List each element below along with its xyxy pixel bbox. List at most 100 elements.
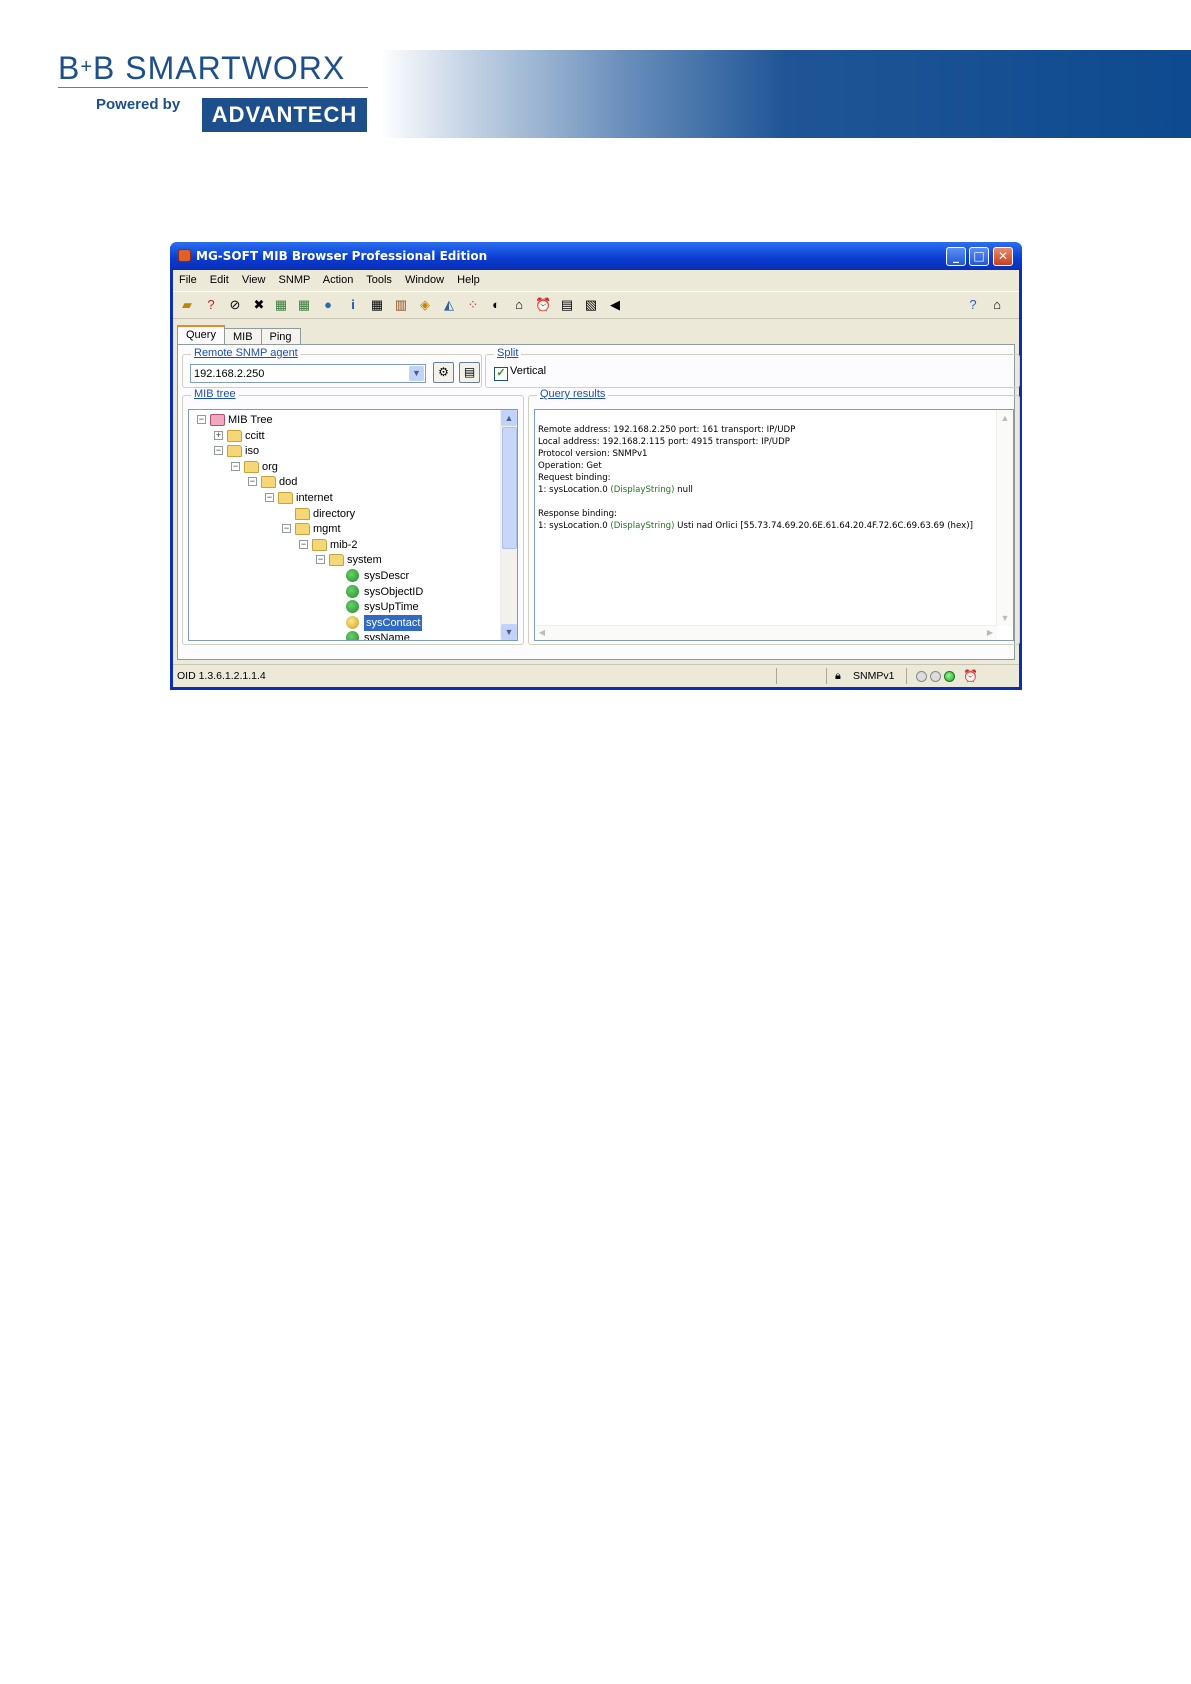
tree-node[interactable]: sysName xyxy=(333,630,517,640)
result-line: Local address: 192.168.2.115 port: 4915 … xyxy=(538,437,790,447)
app-icon xyxy=(178,249,191,262)
minimize-button[interactable]: _ xyxy=(946,247,966,266)
collapse-icon[interactable]: − xyxy=(231,461,240,471)
collapse-icon[interactable]: − xyxy=(299,539,308,549)
menu-snmp[interactable]: SNMP xyxy=(279,274,311,286)
collapse-icon[interactable]: − xyxy=(282,524,291,534)
results-hscrollbar[interactable]: ◀ ▶ xyxy=(535,625,997,640)
window-title: MG-SOFT MIB Browser Professional Edition xyxy=(196,249,488,263)
status-led-icon xyxy=(930,671,941,682)
advantech-logo: ADVANTECH xyxy=(202,98,367,132)
tree-node[interactable]: sysObjectID xyxy=(333,584,517,600)
compile-icon[interactable]: ◈ xyxy=(417,297,433,313)
menu-action[interactable]: Action xyxy=(323,274,354,286)
collapse-icon[interactable]: − xyxy=(214,446,223,456)
tree-node[interactable]: sysDescr xyxy=(333,568,517,584)
agent-tree-button[interactable]: ▤ xyxy=(459,362,480,383)
tree-node[interactable]: directory xyxy=(282,506,517,522)
context-help-icon[interactable]: ? xyxy=(203,297,219,313)
collapse-icon[interactable]: − xyxy=(316,555,325,565)
query-results-group: Query results Remote address: 192.168.2.… xyxy=(528,388,1020,645)
tree-node[interactable]: − iso xyxy=(214,443,474,459)
notify-icon[interactable]: ▤ xyxy=(559,297,575,313)
remote-agent-label: Remote SNMP agent xyxy=(191,347,301,359)
remote-agent-group: Remote SNMP agent 192.168.2.250 ▼ ⚙ ▤ xyxy=(182,347,482,388)
title-bar[interactable]: MG-SOFT MIB Browser Professional Edition… xyxy=(170,242,1022,270)
query-results-label: Query results xyxy=(537,388,609,400)
collapse-icon[interactable]: − xyxy=(265,493,274,502)
info-icon[interactable]: i xyxy=(345,297,361,313)
export-icon[interactable]: ▧ xyxy=(583,297,599,313)
tools-icon[interactable]: ✖ xyxy=(251,297,267,313)
open-icon[interactable]: ▰ xyxy=(179,297,195,313)
home-icon[interactable]: ⌂ xyxy=(989,297,1005,313)
chart-icon[interactable]: ◐ xyxy=(488,297,504,313)
tree-node[interactable]: sysContact xyxy=(333,614,517,631)
tab-query[interactable]: Query xyxy=(177,325,225,346)
books-icon[interactable]: ▥ xyxy=(393,297,409,313)
menu-file[interactable]: File xyxy=(179,274,197,286)
tree-node-label: sysContact xyxy=(364,614,423,631)
vertical-checkbox[interactable]: ✓ xyxy=(494,367,508,381)
scroll-down-icon[interactable]: ▼ xyxy=(501,624,517,640)
walk-icon[interactable]: ▦ xyxy=(273,297,289,313)
tree-node[interactable]: − mgmt xyxy=(282,521,517,537)
powered-by-text: Powered by xyxy=(96,96,181,113)
tree-node[interactable]: − mib-2 xyxy=(299,537,517,553)
tree-node[interactable]: + ccitt xyxy=(214,428,474,444)
tree-node[interactable]: − system xyxy=(316,552,517,568)
agent-icon[interactable]: ⌂ xyxy=(511,297,527,313)
query-results-view[interactable]: Remote address: 192.168.2.250 port: 161 … xyxy=(534,409,1014,641)
tree-node-label: sysDescr xyxy=(364,570,410,582)
menu-view[interactable]: View xyxy=(242,274,266,286)
globe-icon[interactable]: ● xyxy=(320,297,336,313)
chevron-down-icon[interactable]: ▼ xyxy=(409,366,424,381)
close-button[interactable]: ✕ xyxy=(993,247,1013,266)
timer-icon[interactable]: ⏰ xyxy=(535,297,551,313)
tree-node[interactable]: − org xyxy=(231,459,491,475)
help-icon[interactable]: ? xyxy=(965,297,981,313)
collapse-icon[interactable]: − xyxy=(248,477,257,487)
tree-node[interactable]: sysUpTime xyxy=(333,599,517,615)
trap-icon[interactable]: ◭ xyxy=(441,297,457,313)
mib-tree-view[interactable]: − MIB Tree + ccitt − iso − org − dod − internet dire… xyxy=(188,409,518,641)
result-line: Response binding: xyxy=(538,509,617,519)
tree-node-label: iso xyxy=(245,445,260,458)
result-line: Protocol version: SNMPv1 xyxy=(538,449,648,459)
status-divider xyxy=(776,668,777,684)
tree-node[interactable]: − MIB Tree xyxy=(197,412,457,428)
tree-node[interactable]: − dod xyxy=(248,474,508,490)
stop-icon[interactable]: ⊘ xyxy=(227,297,243,313)
walk-all-icon[interactable]: ▦ xyxy=(296,297,312,313)
menu-tools[interactable]: Tools xyxy=(366,274,392,286)
split-label: Split xyxy=(494,347,522,359)
scroll-up-icon[interactable]: ▲ xyxy=(997,410,1013,426)
scroll-up-icon[interactable]: ▲ xyxy=(501,410,517,426)
table-icon[interactable]: ▦ xyxy=(369,297,385,313)
results-vscrollbar[interactable]: ▲ ▼ xyxy=(996,410,1013,626)
scroll-thumb[interactable] xyxy=(502,427,517,549)
scroll-down-icon[interactable]: ▼ xyxy=(997,610,1013,626)
leaf-icon xyxy=(346,631,359,640)
speaker-icon[interactable]: ◀ xyxy=(607,297,623,313)
scroll-left-icon[interactable]: ◀ xyxy=(535,626,549,640)
menu-help[interactable]: Help xyxy=(457,274,480,286)
menu-edit[interactable]: Edit xyxy=(210,274,229,286)
tree-node-label: MIB Tree xyxy=(228,414,273,426)
tree-scrollbar[interactable]: ▲ ▼ xyxy=(500,410,517,640)
scroll-right-icon[interactable]: ▶ xyxy=(983,626,997,640)
dots-icon[interactable]: ⁘ xyxy=(465,297,481,313)
folder-icon xyxy=(244,460,259,473)
tree-node-label: mgmt xyxy=(313,523,341,536)
expand-icon[interactable]: + xyxy=(214,430,223,440)
collapse-icon[interactable]: − xyxy=(197,415,206,424)
menu-window[interactable]: Window xyxy=(405,274,444,286)
agent-properties-button[interactable]: ⚙ xyxy=(433,362,454,383)
remote-agent-combo[interactable]: 192.168.2.250 ▼ xyxy=(190,364,426,383)
folder-icon xyxy=(261,476,276,489)
remote-agent-value: 192.168.2.250 xyxy=(194,368,265,380)
maximize-button[interactable]: □ xyxy=(969,247,989,266)
brand-logo: B+B SMARTWORX xyxy=(58,50,346,86)
tree-node-label: org xyxy=(262,460,278,473)
tree-node[interactable]: − internet xyxy=(265,490,517,506)
